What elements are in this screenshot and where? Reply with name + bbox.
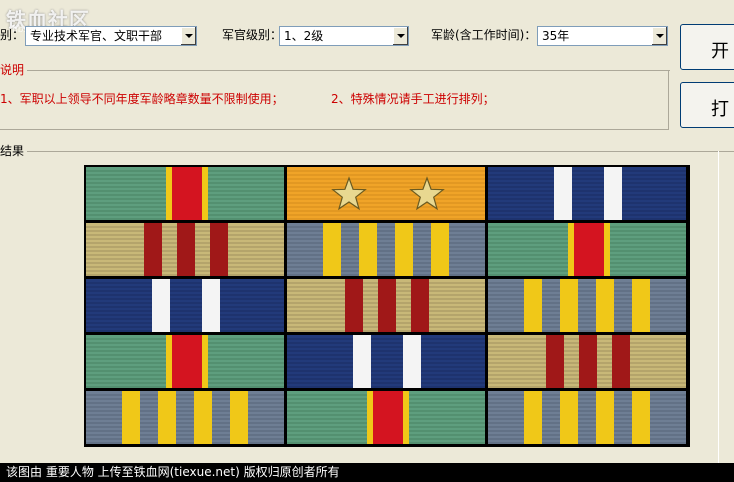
start-button-label: 开 [711, 41, 729, 62]
result-group-label: 结果 [0, 144, 28, 158]
print-button-label: 打 [711, 99, 729, 120]
ribbon-green-red [287, 391, 485, 444]
service-years-value: 35年 [542, 29, 570, 43]
ribbon-blue-white [488, 167, 686, 220]
footer-bar: 该图由 重要人物 上传至铁血网(tiexue.net) 版权归原创者所有 [0, 463, 734, 482]
service-years-label: 军龄(含工作时间)： [431, 28, 537, 42]
rank-label: 军官级别： [222, 28, 283, 42]
ribbon-green-red [86, 335, 284, 388]
notes-group-border [0, 70, 670, 71]
ribbon-slate-yellow4 [287, 223, 485, 276]
category-label: 别： [0, 28, 25, 42]
ribbon-slate-yellow4 [86, 391, 284, 444]
ribbon-tan-red3 [488, 335, 686, 388]
ribbon-blue-white [86, 279, 284, 332]
note-1: 1、军职以上领导不同年度军龄略章数量不限制使用； [0, 92, 284, 106]
ribbon-orange-stars [287, 167, 485, 220]
print-button[interactable]: 打 [680, 82, 734, 128]
rank-select[interactable]: 1、2级 [279, 26, 409, 46]
chevron-down-icon[interactable] [392, 27, 408, 45]
ribbon-slate-yellow4 [488, 391, 686, 444]
service-years-select[interactable]: 35年 [537, 26, 668, 46]
notes-group-border-bottom [0, 129, 669, 130]
chevron-down-icon[interactable] [180, 27, 196, 45]
ribbon-tan-red3 [287, 279, 485, 332]
result-group-border-right [718, 151, 719, 463]
note-2: 2、特殊情况请手工进行排列； [331, 92, 495, 106]
notes-group-border-right [668, 70, 669, 130]
ribbon-green-red [488, 223, 686, 276]
notes-group-label: 说明 [0, 63, 28, 77]
rank-value: 1、2级 [284, 29, 324, 43]
category-value: 专业技术军官、文职干部 [30, 29, 163, 43]
ribbon-slate-yellow4 [488, 279, 686, 332]
ribbon-rack [84, 165, 690, 447]
result-group-border [0, 151, 734, 152]
ribbon-blue-white [287, 335, 485, 388]
chevron-down-icon[interactable] [651, 27, 667, 45]
ribbon-green-red [86, 167, 284, 220]
start-button[interactable]: 开 [680, 24, 734, 70]
footer-text: 该图由 重要人物 上传至铁血网(tiexue.net) 版权归原创者所有 [6, 465, 340, 479]
category-select[interactable]: 专业技术军官、文职干部 [25, 26, 197, 46]
ribbon-tan-red3 [86, 223, 284, 276]
